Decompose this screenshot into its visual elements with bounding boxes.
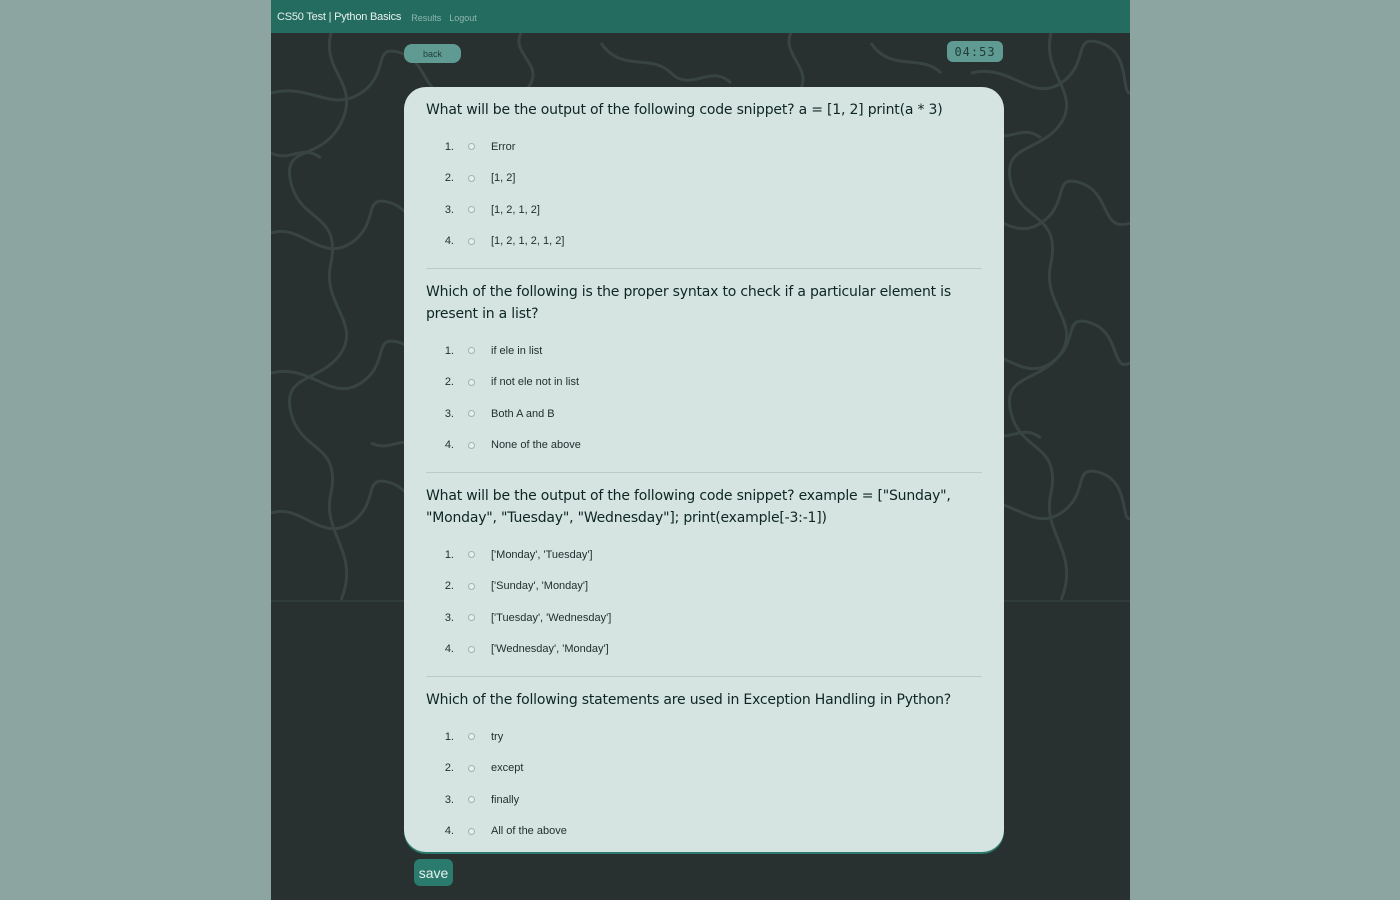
option-number: 4. xyxy=(444,235,454,248)
radio-button[interactable] xyxy=(468,143,475,151)
option-label: except xyxy=(491,762,524,775)
question-divider xyxy=(426,676,982,677)
option-label: [1, 2] xyxy=(491,172,516,185)
option-item[interactable]: 4. ['Wednesday', 'Monday'] xyxy=(426,634,982,666)
option-item[interactable]: 2. if not ele not in list xyxy=(426,367,982,399)
countdown-timer: 04:53 xyxy=(947,41,1003,62)
option-item[interactable]: 3. Both A and B xyxy=(426,398,982,430)
option-label: [1, 2, 1, 2, 1, 2] xyxy=(491,235,565,248)
option-number: 1. xyxy=(444,140,454,153)
option-number: 4. xyxy=(444,439,454,452)
option-number: 4. xyxy=(444,825,454,838)
option-number: 4. xyxy=(444,643,454,656)
question-divider xyxy=(426,268,982,269)
app-container: CS50 Test | Python Basics Results Logout… xyxy=(271,0,1130,900)
option-label: ['Tuesday', 'Wednesday'] xyxy=(491,611,612,624)
question-text: Which of the following is the proper syn… xyxy=(426,284,951,322)
radio-button[interactable] xyxy=(468,551,475,559)
radio-button[interactable] xyxy=(468,645,475,653)
radio-button[interactable] xyxy=(468,237,475,245)
option-number: 3. xyxy=(444,793,454,806)
option-number: 3. xyxy=(444,611,454,624)
option-item[interactable]: 1. Error xyxy=(426,131,982,163)
radio-button[interactable] xyxy=(468,764,475,772)
radio-button[interactable] xyxy=(468,378,475,386)
radio-button[interactable] xyxy=(468,347,475,355)
option-number: 1. xyxy=(444,730,454,743)
nav-link-results[interactable]: Results xyxy=(411,11,441,23)
question-text: Which of the following statements are us… xyxy=(426,692,952,708)
radio-button[interactable] xyxy=(468,796,475,804)
option-label: if ele in list xyxy=(491,344,543,357)
option-item[interactable]: 2. ['Sunday', 'Monday'] xyxy=(426,571,982,603)
option-label: Error xyxy=(491,140,516,153)
option-label: ['Sunday', 'Monday'] xyxy=(491,580,589,593)
option-item[interactable]: 1. ['Monday', 'Tuesday'] xyxy=(426,539,982,571)
option-number: 2. xyxy=(444,580,454,593)
options-list: 1. ['Monday', 'Tuesday'] 2. ['Sunday', '… xyxy=(426,539,982,665)
option-number: 1. xyxy=(444,548,454,561)
radio-button[interactable] xyxy=(468,174,475,182)
option-item[interactable]: 3. [1, 2, 1, 2] xyxy=(426,194,982,226)
radio-button[interactable] xyxy=(468,614,475,622)
option-number: 2. xyxy=(444,762,454,775)
option-label: All of the above xyxy=(491,825,567,838)
option-item[interactable]: 3. ['Tuesday', 'Wednesday'] xyxy=(426,602,982,634)
options-list: 1. try 2. except 3. finally 4. All of th… xyxy=(426,721,982,847)
option-label: ['Monday', 'Tuesday'] xyxy=(491,548,593,561)
option-item[interactable]: 4. [1, 2, 1, 2, 1, 2] xyxy=(426,226,982,258)
option-item[interactable]: 4. All of the above xyxy=(426,816,982,848)
radio-button[interactable] xyxy=(468,206,475,214)
option-label: finally xyxy=(491,793,520,806)
question-divider xyxy=(426,472,982,473)
question-text: What will be the output of the following… xyxy=(426,102,943,118)
option-item[interactable]: 2. except xyxy=(426,753,982,785)
radio-button[interactable] xyxy=(468,733,475,741)
option-label: Both A and B xyxy=(491,407,555,420)
radio-button[interactable] xyxy=(468,410,475,418)
option-label: if not ele not in list xyxy=(491,376,580,389)
options-list: 1. if ele in list 2. if not ele not in l… xyxy=(426,335,982,461)
navbar: CS50 Test | Python Basics Results Logout xyxy=(271,0,1130,33)
option-label: ['Wednesday', 'Monday'] xyxy=(491,643,609,656)
nav-link-logout[interactable]: Logout xyxy=(449,11,477,23)
option-item[interactable]: 3. finally xyxy=(426,784,982,816)
radio-button[interactable] xyxy=(468,582,475,590)
option-item[interactable]: 2. [1, 2] xyxy=(426,163,982,195)
option-number: 3. xyxy=(444,407,454,420)
option-label: None of the above xyxy=(491,439,581,452)
options-list: 1. Error 2. [1, 2] 3. [1, 2, 1, 2] 4. [1… xyxy=(426,131,982,257)
option-number: 2. xyxy=(444,172,454,185)
question-2: Which of the following is the proper syn… xyxy=(426,281,982,461)
brand-title[interactable]: CS50 Test | Python Basics xyxy=(277,11,401,23)
option-label: [1, 2, 1, 2] xyxy=(491,203,540,216)
radio-button[interactable] xyxy=(468,441,475,449)
question-text: What will be the output of the following… xyxy=(426,488,951,526)
back-button[interactable]: back xyxy=(404,44,461,63)
option-item[interactable]: 4. None of the above xyxy=(426,430,982,462)
question-4: Which of the following statements are us… xyxy=(426,689,982,847)
save-button[interactable]: save xyxy=(414,859,453,886)
option-item[interactable]: 1. try xyxy=(426,721,982,753)
question-3: What will be the output of the following… xyxy=(426,485,982,665)
quiz-card: What will be the output of the following… xyxy=(404,87,1004,852)
option-number: 2. xyxy=(444,376,454,389)
option-label: try xyxy=(491,730,504,743)
radio-button[interactable] xyxy=(468,827,475,835)
question-1: What will be the output of the following… xyxy=(426,99,982,257)
option-number: 3. xyxy=(444,203,454,216)
option-item[interactable]: 1. if ele in list xyxy=(426,335,982,367)
option-number: 1. xyxy=(444,344,454,357)
